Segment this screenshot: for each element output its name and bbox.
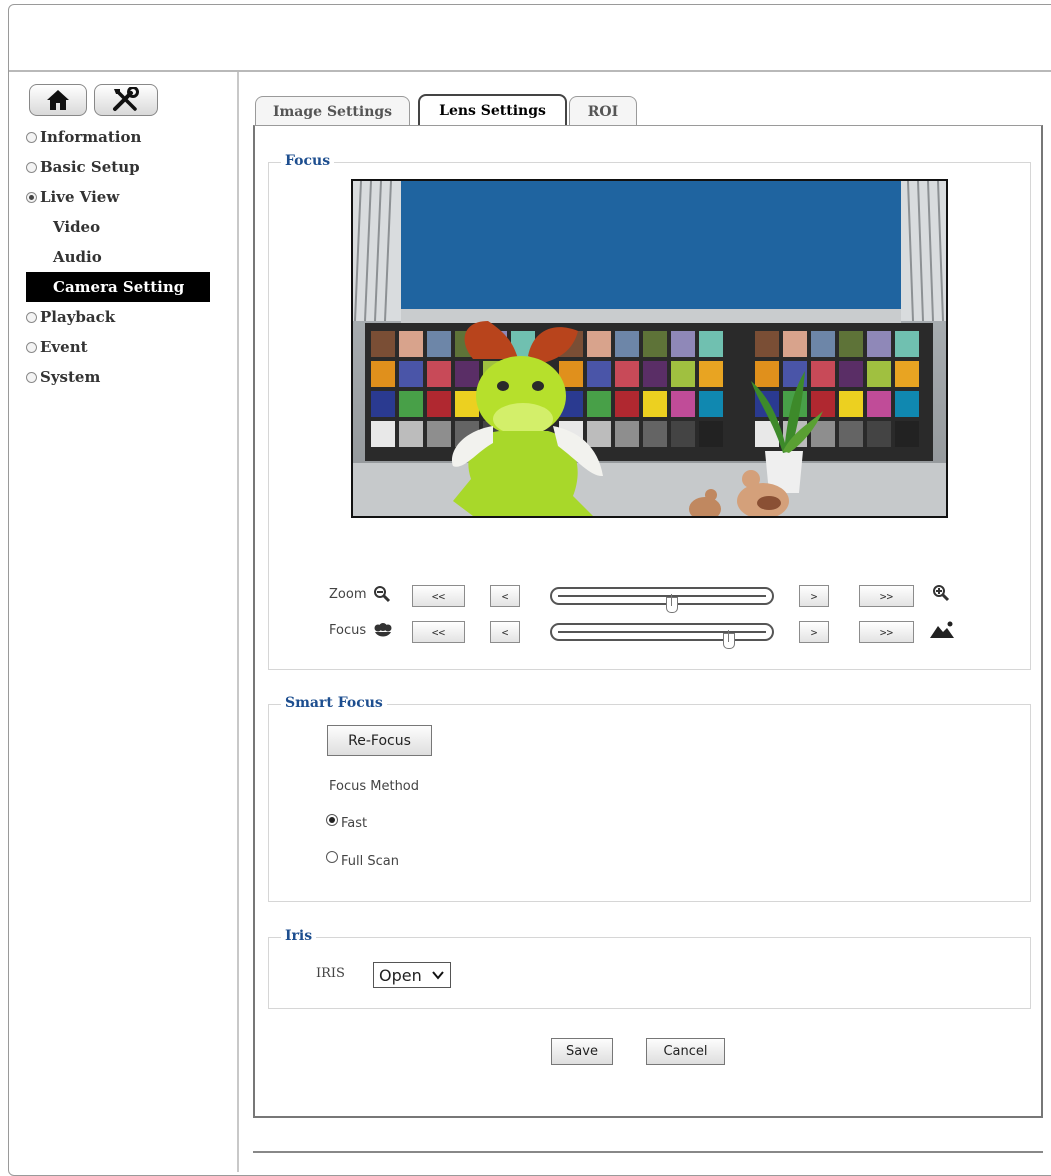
- sidebar-item-basic-setup[interactable]: Basic Setup: [26, 152, 236, 182]
- sidebar-item-label: Event: [40, 338, 88, 356]
- sidebar-item-label: Playback: [40, 308, 116, 326]
- refocus-button[interactable]: Re-Focus: [327, 725, 432, 756]
- iris-fieldset: Iris IRIS Open: [268, 928, 1031, 1009]
- cancel-button[interactable]: Cancel: [646, 1038, 725, 1065]
- sidebar-item-label: Live View: [40, 188, 120, 206]
- iris-label: IRIS: [316, 966, 345, 981]
- mountain-infinity-icon: [930, 621, 954, 638]
- footer-divider: [253, 1151, 1043, 1153]
- sidebar-divider: [237, 72, 239, 1172]
- focus-far-left-button[interactable]: <<: [412, 621, 465, 643]
- zoom-slider[interactable]: [550, 587, 774, 613]
- focus-right-button[interactable]: >: [799, 621, 829, 643]
- radio-selected-icon: [26, 191, 37, 203]
- smart-focus-fieldset: Smart Focus Re-Focus Focus Method Fast F…: [268, 695, 1031, 902]
- sidebar-item-label: Basic Setup: [40, 158, 140, 176]
- sidebar-subitem-audio[interactable]: Audio: [26, 242, 236, 272]
- header-divider: [9, 70, 1051, 72]
- sidebar-item-live-view[interactable]: Live View: [26, 182, 236, 212]
- focus-left-button[interactable]: <: [490, 621, 520, 643]
- macro-flower-icon: [374, 623, 392, 637]
- sidebar-subitem-camera-setting[interactable]: Camera Setting: [26, 272, 210, 302]
- radio-icon: [26, 311, 37, 323]
- focus-method-fast-radio[interactable]: [326, 814, 338, 826]
- focus-method-label: Focus Method: [329, 779, 420, 794]
- tools-icon: [113, 87, 139, 111]
- focus-label: Focus: [329, 623, 367, 638]
- focus-fieldset: Focus Zoom << < > >> Focus << < > >>: [268, 153, 1031, 670]
- sidebar-item-event[interactable]: Event: [26, 332, 236, 362]
- camera-preview: [351, 179, 948, 518]
- zoom-far-left-button[interactable]: <<: [412, 585, 465, 607]
- sidebar-subitem-label: Video: [53, 218, 101, 236]
- focus-legend: Focus: [281, 153, 335, 169]
- smart-focus-legend: Smart Focus: [281, 695, 387, 711]
- sidebar-item-information[interactable]: Information: [26, 122, 236, 152]
- zoom-slider-thumb[interactable]: [666, 594, 678, 613]
- chevron-down-icon: [432, 971, 444, 980]
- tab-lens-settings[interactable]: Lens Settings: [418, 94, 567, 126]
- tab-image-settings[interactable]: Image Settings: [255, 96, 410, 126]
- main-panel: Focus Zoom << < > >> Focus << < > >> Sma…: [253, 125, 1043, 1118]
- home-button[interactable]: [29, 84, 87, 116]
- focus-slider[interactable]: [550, 623, 774, 649]
- settings-button[interactable]: [94, 84, 158, 116]
- radio-icon: [26, 131, 37, 143]
- focus-method-full-scan-radio[interactable]: [326, 851, 338, 863]
- sidebar-item-label: System: [40, 368, 101, 386]
- zoom-right-button[interactable]: >: [799, 585, 829, 607]
- save-button[interactable]: Save: [551, 1038, 613, 1065]
- iris-select-value: Open: [379, 965, 422, 985]
- radio-icon: [26, 161, 37, 173]
- sidebar-menu: Information Basic Setup Live View Video …: [26, 122, 236, 392]
- sidebar-subitem-video[interactable]: Video: [26, 212, 236, 242]
- zoom-in-icon: [933, 585, 950, 602]
- zoom-out-icon: [374, 586, 391, 603]
- focus-slider-thumb[interactable]: [723, 630, 735, 649]
- sidebar-item-playback[interactable]: Playback: [26, 302, 236, 332]
- zoom-left-button[interactable]: <: [490, 585, 520, 607]
- home-icon: [47, 90, 69, 110]
- sidebar-subitem-label: Audio: [53, 248, 102, 266]
- focus-far-right-button[interactable]: >>: [859, 621, 914, 643]
- radio-icon: [26, 371, 37, 383]
- focus-method-full-scan-label: Full Scan: [341, 854, 399, 869]
- zoom-label: Zoom: [329, 587, 367, 602]
- iris-select[interactable]: Open: [373, 962, 451, 988]
- camera-image: [353, 181, 946, 516]
- sidebar-subitem-label: Camera Setting: [53, 278, 185, 296]
- radio-icon: [26, 341, 37, 353]
- zoom-far-right-button[interactable]: >>: [859, 585, 914, 607]
- sidebar-item-label: Information: [40, 128, 142, 146]
- tab-roi[interactable]: ROI: [569, 96, 637, 126]
- focus-method-fast-label: Fast: [341, 816, 368, 831]
- sidebar-item-system[interactable]: System: [26, 362, 236, 392]
- iris-legend: Iris: [281, 928, 317, 944]
